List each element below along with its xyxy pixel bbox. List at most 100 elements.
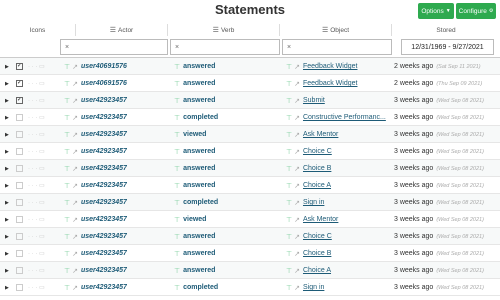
filter-icon[interactable]: ⊤ bbox=[64, 80, 70, 88]
trend-icon[interactable]: ↗ bbox=[294, 284, 300, 292]
expand-row-icon[interactable]: ▶ bbox=[5, 160, 9, 177]
trend-icon[interactable]: ↗ bbox=[294, 148, 300, 156]
actor-link[interactable]: user42923457 bbox=[81, 97, 127, 104]
trend-icon[interactable]: ↗ bbox=[294, 182, 300, 190]
filter-icon[interactable]: ⊤ bbox=[64, 284, 70, 292]
column-header-verb[interactable]: ☰ Verb bbox=[168, 24, 280, 36]
object-link[interactable]: Constructive Performanc... bbox=[303, 114, 386, 121]
actor-link[interactable]: user42923457 bbox=[81, 250, 127, 257]
object-link[interactable]: Feedback Widget bbox=[303, 63, 357, 70]
trend-icon[interactable]: ↗ bbox=[294, 97, 300, 105]
filter-icon[interactable]: ⊤ bbox=[64, 233, 70, 241]
trend-icon[interactable]: ↗ bbox=[72, 267, 78, 275]
filter-icon[interactable]: ⊤ bbox=[174, 182, 180, 190]
row-checkbox[interactable] bbox=[16, 114, 23, 121]
filter-icon[interactable]: ⊤ bbox=[286, 267, 292, 275]
filter-icon[interactable]: ⊤ bbox=[174, 267, 180, 275]
expand-row-icon[interactable]: ▶ bbox=[5, 177, 9, 194]
filter-icon[interactable]: ⊤ bbox=[174, 233, 180, 241]
row-checkbox[interactable]: ✓ bbox=[16, 63, 23, 70]
trend-icon[interactable]: ↗ bbox=[72, 165, 78, 173]
filter-icon[interactable]: ⊤ bbox=[286, 80, 292, 88]
trend-icon[interactable]: ↗ bbox=[72, 114, 78, 122]
actor-link[interactable]: user42923457 bbox=[81, 114, 127, 121]
filter-icon[interactable]: ⊤ bbox=[174, 250, 180, 258]
actor-link[interactable]: user42923457 bbox=[81, 199, 127, 206]
trend-icon[interactable]: ↗ bbox=[72, 63, 78, 71]
expand-row-icon[interactable]: ▶ bbox=[5, 75, 9, 92]
row-checkbox[interactable] bbox=[16, 182, 23, 189]
row-checkbox[interactable]: ✓ bbox=[16, 97, 23, 104]
object-link[interactable]: Choice B bbox=[303, 250, 331, 257]
filter-icon[interactable]: ⊤ bbox=[286, 199, 292, 207]
filter-icon[interactable]: ⊤ bbox=[286, 182, 292, 190]
filter-icon[interactable]: ⊤ bbox=[286, 284, 292, 292]
filter-icon[interactable]: ⊤ bbox=[64, 148, 70, 156]
clear-icon[interactable]: × bbox=[65, 44, 69, 51]
expand-row-icon[interactable]: ▶ bbox=[5, 126, 9, 143]
expand-row-icon[interactable]: ▶ bbox=[5, 109, 9, 126]
filter-icon[interactable]: ⊤ bbox=[64, 63, 70, 71]
actor-link[interactable]: user42923457 bbox=[81, 148, 127, 155]
filter-icon[interactable]: ⊤ bbox=[174, 131, 180, 139]
actor-link[interactable]: user42923457 bbox=[81, 284, 127, 291]
filter-icon[interactable]: ⊤ bbox=[64, 97, 70, 105]
object-link[interactable]: Sign in bbox=[303, 199, 324, 206]
trend-icon[interactable]: ↗ bbox=[72, 97, 78, 105]
filter-icon[interactable]: ⊤ bbox=[174, 97, 180, 105]
filter-icon[interactable]: ⊤ bbox=[64, 114, 70, 122]
object-link[interactable]: Choice C bbox=[303, 148, 332, 155]
column-header-icons[interactable]: Icons bbox=[0, 24, 76, 36]
trend-icon[interactable]: ↗ bbox=[294, 250, 300, 258]
filter-icon[interactable]: ⊤ bbox=[174, 216, 180, 224]
table-row[interactable]: ▶ · · · ▭ ⊤ ↗ user42923457 ⊤ completed ⊤… bbox=[0, 194, 500, 211]
table-row[interactable]: ▶ ✓ · · · ▭ ⊤ ↗ user40691576 ⊤ answered … bbox=[0, 75, 500, 92]
actor-link[interactable]: user40691576 bbox=[81, 63, 127, 70]
verb-filter-input[interactable]: × bbox=[282, 39, 392, 55]
filter-icon[interactable]: ⊤ bbox=[64, 267, 70, 275]
expand-row-icon[interactable]: ▶ bbox=[5, 143, 9, 160]
trend-icon[interactable]: ↗ bbox=[72, 182, 78, 190]
object-link[interactable]: Choice A bbox=[303, 182, 331, 189]
filter-icon[interactable]: ⊤ bbox=[174, 114, 180, 122]
trend-icon[interactable]: ↗ bbox=[72, 80, 78, 88]
trend-icon[interactable]: ↗ bbox=[72, 199, 78, 207]
trend-icon[interactable]: ↗ bbox=[294, 114, 300, 122]
trend-icon[interactable]: ↗ bbox=[294, 165, 300, 173]
table-row[interactable]: ▶ · · · ▭ ⊤ ↗ user42923457 ⊤ answered ⊤ … bbox=[0, 177, 500, 194]
column-header-stored[interactable]: Stored bbox=[392, 24, 500, 36]
object-link[interactable]: Choice B bbox=[303, 165, 331, 172]
actor-link[interactable]: user42923457 bbox=[81, 233, 127, 240]
column-header-actor[interactable]: ☰ Actor bbox=[76, 24, 168, 36]
filter-icon[interactable]: ⊤ bbox=[64, 165, 70, 173]
clear-icon[interactable]: × bbox=[175, 44, 179, 51]
row-checkbox[interactable] bbox=[16, 148, 23, 155]
actor-link[interactable]: user42923457 bbox=[81, 182, 127, 189]
filter-icon[interactable]: ⊤ bbox=[286, 216, 292, 224]
expand-row-icon[interactable]: ▶ bbox=[5, 262, 9, 279]
trend-icon[interactable]: ↗ bbox=[72, 148, 78, 156]
filter-icon[interactable]: ⊤ bbox=[286, 233, 292, 241]
actor-link[interactable]: user42923457 bbox=[81, 165, 127, 172]
object-link[interactable]: Sign in bbox=[303, 284, 324, 291]
filter-icon[interactable]: ⊤ bbox=[64, 182, 70, 190]
filter-icon[interactable]: ⊤ bbox=[286, 250, 292, 258]
row-checkbox[interactable] bbox=[16, 131, 23, 138]
table-row[interactable]: ▶ ✓ · · · ▭ ⊤ ↗ user40691576 ⊤ answered … bbox=[0, 58, 500, 75]
filter-icon[interactable]: ⊤ bbox=[174, 80, 180, 88]
filter-icon[interactable]: ⊤ bbox=[286, 114, 292, 122]
table-row[interactable]: ▶ · · · ▭ ⊤ ↗ user42923457 ⊤ answered ⊤ … bbox=[0, 160, 500, 177]
object-link[interactable]: Ask Mentor bbox=[303, 216, 338, 223]
configure-button[interactable]: Configure ⚙ bbox=[456, 3, 496, 19]
column-header-object[interactable]: ☰ Object bbox=[280, 24, 392, 36]
trend-icon[interactable]: ↗ bbox=[72, 131, 78, 139]
filter-icon[interactable]: ⊤ bbox=[286, 165, 292, 173]
row-checkbox[interactable]: ✓ bbox=[16, 80, 23, 87]
filter-icon[interactable]: ⊤ bbox=[174, 199, 180, 207]
filter-icon[interactable]: ⊤ bbox=[64, 199, 70, 207]
object-link[interactable]: Choice A bbox=[303, 267, 331, 274]
table-row[interactable]: ▶ · · · ▭ ⊤ ↗ user42923457 ⊤ completed ⊤… bbox=[0, 279, 500, 296]
options-button[interactable]: Options ▼ bbox=[418, 3, 454, 19]
trend-icon[interactable]: ↗ bbox=[294, 233, 300, 241]
clear-icon[interactable]: × bbox=[287, 44, 291, 51]
